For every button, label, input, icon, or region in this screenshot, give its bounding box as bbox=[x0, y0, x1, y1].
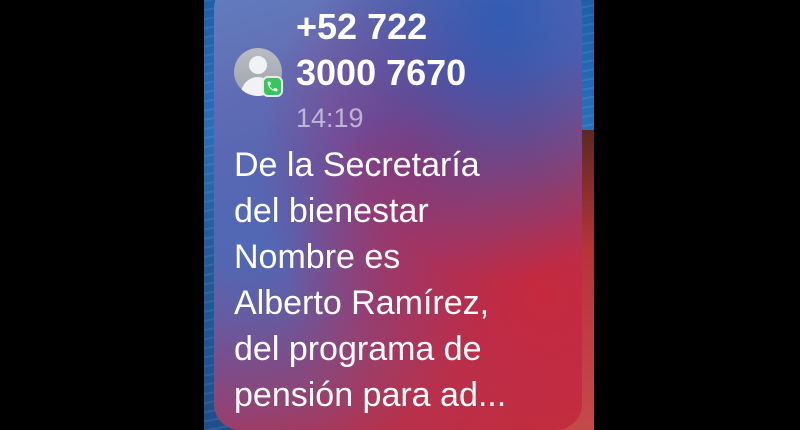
message-line: Nombre es bbox=[234, 238, 401, 276]
message-notification[interactable]: +52 722 3000 7670 14:19 De la Secretaría… bbox=[214, 0, 582, 430]
message-line: pensión para ad... bbox=[234, 376, 507, 414]
message-time: 14:19 bbox=[296, 103, 364, 133]
message-line: Alberto Ramírez, bbox=[234, 284, 490, 322]
message-line: del bienestar bbox=[234, 192, 429, 230]
sender-phone-number: +52 722 3000 7670 bbox=[296, 4, 566, 96]
phone-icon bbox=[262, 76, 283, 97]
screen: +52 722 3000 7670 14:19 De la Secretaría… bbox=[0, 0, 800, 430]
message-line: del programa de bbox=[234, 330, 482, 368]
message-line: De la Secretaría bbox=[234, 146, 480, 184]
avatar-head bbox=[249, 56, 267, 74]
message-preview: De la Secretaría del bienestar Nombre es… bbox=[234, 142, 574, 418]
sender-line-2: 3000 7670 bbox=[296, 52, 467, 93]
sender-line-1: +52 722 bbox=[296, 6, 428, 47]
